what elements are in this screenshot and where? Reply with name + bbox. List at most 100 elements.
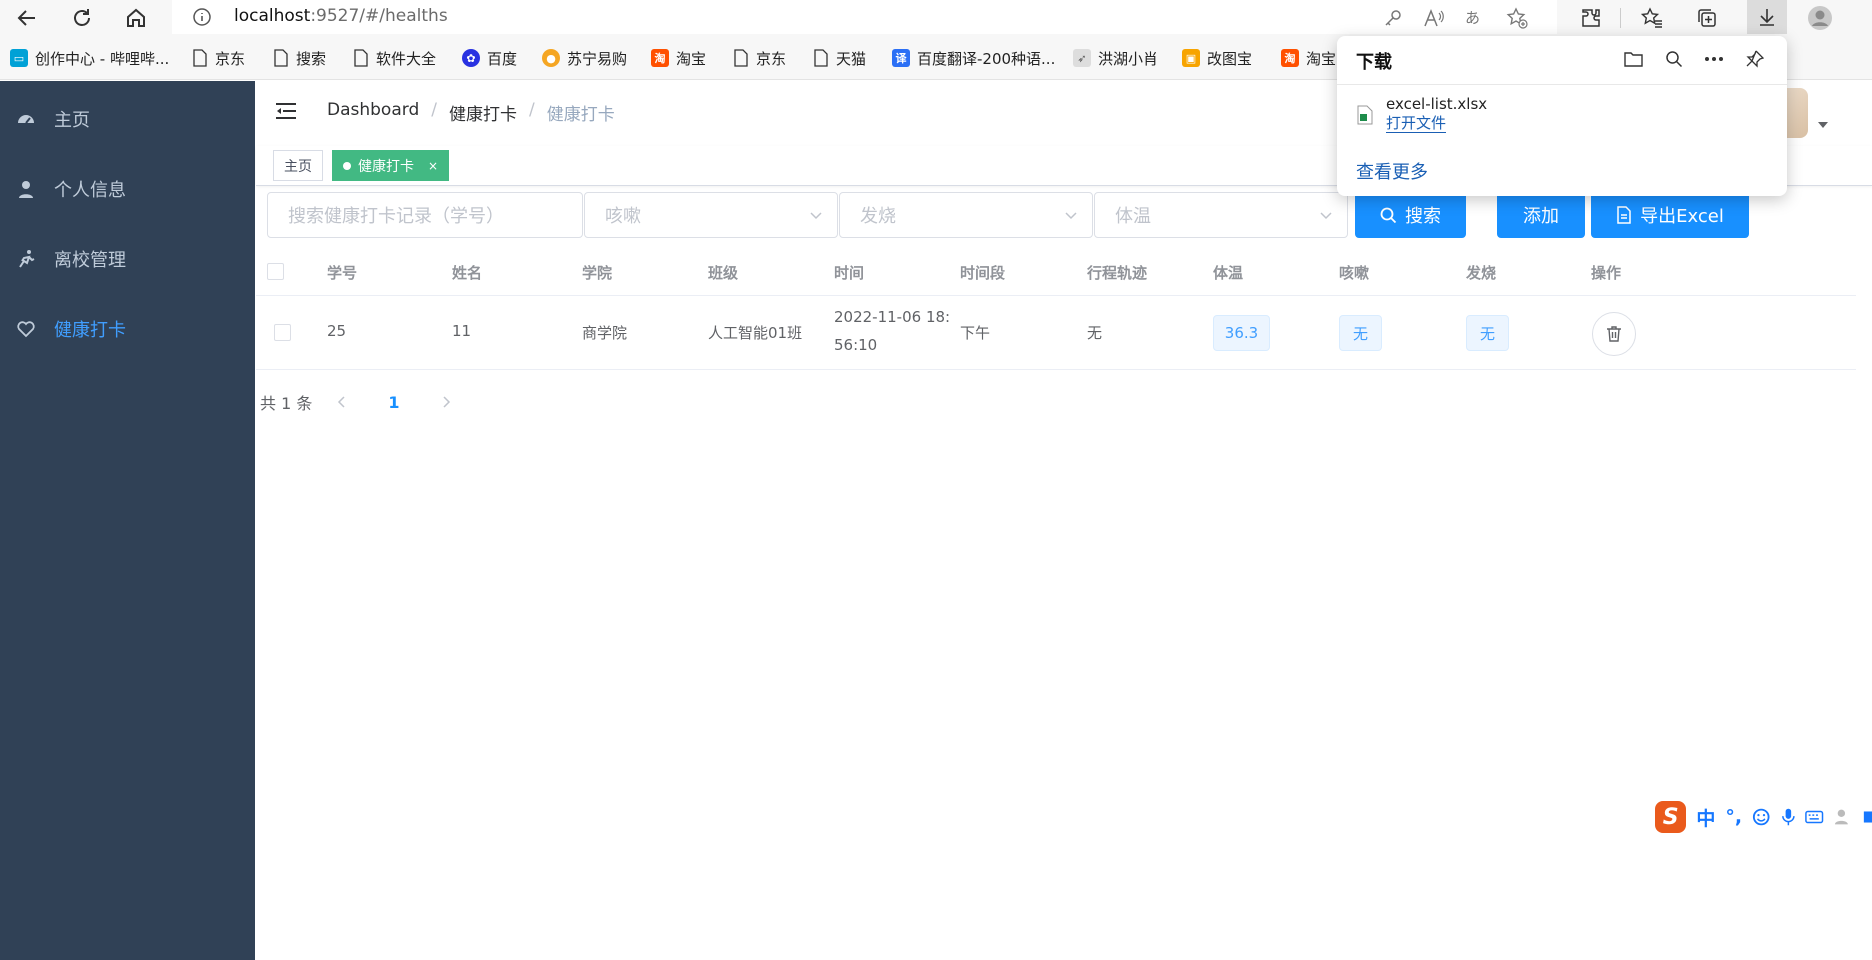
sogou-logo-icon[interactable]: S [1655, 801, 1687, 833]
row-checkbox[interactable] [274, 324, 291, 341]
address-bar[interactable]: localhost:9527/#/healths あ [172, 0, 1557, 34]
search-button[interactable]: 搜索 [1355, 192, 1466, 238]
baidu-icon: ✿ [462, 49, 480, 67]
close-icon[interactable]: × [428, 159, 438, 173]
open-folder-icon[interactable] [1621, 46, 1647, 72]
temperature-select[interactable]: 体温 [1094, 192, 1348, 238]
profile-avatar-icon[interactable] [1805, 3, 1835, 33]
bookmark-label: 创作中心 - 哔哩哔... [35, 49, 170, 68]
trash-icon [1607, 326, 1621, 342]
cell-college: 商学院 [582, 324, 628, 342]
bookmark-taobao-2[interactable]: 淘 淘宝 [1281, 36, 1336, 80]
key-icon[interactable] [1378, 3, 1408, 33]
column-period: 时间段 [960, 264, 1006, 282]
page-icon [193, 49, 207, 67]
bird-icon: ➶ [1073, 49, 1091, 67]
add-favorite-icon[interactable] [1502, 3, 1532, 33]
excel-file-icon [1357, 105, 1373, 125]
dashboard-icon [18, 115, 34, 124]
bookmark-baidu-translate[interactable]: 译 百度翻译-200种语... [892, 36, 1055, 80]
bookmark-suning[interactable]: ● 苏宁易购 [542, 36, 627, 80]
sidebar-item-profile[interactable]: 个人信息 [0, 161, 255, 217]
table-row: 25 11 商学院 人工智能01班 2022-11-06 18: 56:10 下… [256, 296, 1856, 370]
ime-mode[interactable]: 中 [1696, 804, 1715, 831]
sidebar: 主页 个人信息 离校管理 健康打卡 [0, 81, 255, 960]
microphone-icon[interactable] [1781, 807, 1796, 827]
breadcrumb: Dashboard / 健康打卡 / 健康打卡 [327, 100, 615, 125]
read-aloud-icon[interactable] [1419, 3, 1449, 33]
bookmark-jd[interactable]: 京东 [192, 36, 245, 80]
see-more-link[interactable]: 查看更多 [1356, 158, 1428, 184]
bookmark-search[interactable]: 搜索 [273, 36, 326, 80]
bookmark-label: 淘宝 [676, 49, 707, 68]
bookmark-honghu[interactable]: ➶ 洪湖小肖 [1073, 36, 1158, 80]
sidebar-item-health-checkin[interactable]: 健康打卡 [0, 301, 255, 357]
sidebar-item-label: 主页 [54, 110, 90, 131]
page-icon [734, 49, 748, 67]
cell-time-line1: 2022-11-06 18: [834, 308, 951, 326]
bookmark-jd-2[interactable]: 京东 [733, 36, 786, 80]
search-icon[interactable] [1661, 46, 1687, 72]
tag-health-checkin[interactable]: 健康打卡 × [332, 150, 450, 181]
chevron-right-icon[interactable] [440, 395, 452, 409]
bilibili-icon: ▭ [10, 49, 28, 67]
fever-badge: 无 [1466, 315, 1509, 351]
cough-select[interactable]: 咳嗽 [584, 192, 838, 238]
translate-icon[interactable]: あ [1460, 3, 1490, 33]
emoji-icon[interactable] [1752, 807, 1770, 827]
cell-trace: 无 [1087, 324, 1103, 342]
taobao-icon: 淘 [1281, 49, 1299, 67]
select-all-checkbox[interactable] [267, 263, 284, 280]
more-options-icon[interactable] [1701, 46, 1727, 72]
delete-button[interactable] [1592, 312, 1636, 356]
tag-home[interactable]: 主页 [273, 150, 323, 181]
skin-icon[interactable] [1862, 807, 1872, 827]
bookmark-taobao[interactable]: 淘 淘宝 [651, 36, 706, 80]
fever-select[interactable]: 发烧 [839, 192, 1093, 238]
user-settings-icon[interactable] [1834, 807, 1852, 827]
breadcrumb-separator: / [528, 100, 535, 120]
extensions-icon[interactable] [1576, 3, 1606, 33]
breadcrumb-separator: / [431, 100, 437, 120]
downloads-panel: 下载 excel-list.xlsx 打开文件 查看更多 [1337, 36, 1787, 196]
bookmark-label: 淘宝 [1306, 49, 1337, 68]
export-excel-button[interactable]: 导出Excel [1591, 192, 1749, 238]
sidebar-item-leave-school[interactable]: 离校管理 [0, 231, 255, 287]
url-text[interactable]: localhost:9527/#/healths [234, 6, 448, 26]
panel-divider [1337, 84, 1787, 85]
search-button-label: 搜索 [1405, 206, 1441, 227]
document-icon [1617, 206, 1631, 224]
favorites-icon[interactable] [1637, 3, 1667, 33]
bookmark-tmall[interactable]: 天猫 [813, 36, 866, 80]
table-header: 学号 姓名 学院 班级 时间 时间段 行程轨迹 体温 咳嗽 发烧 操作 [256, 248, 1856, 296]
caret-down-icon[interactable] [1818, 122, 1828, 128]
breadcrumb-dashboard[interactable]: Dashboard [327, 100, 419, 125]
hamburger-toggle[interactable] [274, 100, 298, 122]
info-icon[interactable] [192, 7, 212, 27]
downloads-title: 下载 [1356, 52, 1392, 73]
bookmark-label: 改图宝 [1207, 49, 1253, 68]
breadcrumb-health[interactable]: 健康打卡 [449, 100, 517, 125]
bookmark-bilibili[interactable]: ▭ 创作中心 - 哔哩哔... [10, 36, 169, 80]
bookmark-label: 洪湖小肖 [1098, 49, 1159, 68]
add-button[interactable]: 添加 [1497, 192, 1585, 238]
page-number[interactable]: 1 [388, 393, 399, 412]
chevron-left-icon[interactable] [336, 395, 348, 409]
keyboard-icon[interactable] [1805, 809, 1824, 825]
downloads-button[interactable] [1747, 0, 1787, 34]
bookmark-software[interactable]: 软件大全 [353, 36, 436, 80]
search-input[interactable]: 搜索健康打卡记录（学号） [267, 192, 583, 238]
ime-punctuation[interactable]: °, [1725, 806, 1742, 828]
home-button[interactable] [121, 3, 151, 33]
sidebar-item-home[interactable]: 主页 [0, 91, 255, 147]
cough-placeholder: 咳嗽 [605, 206, 641, 227]
back-button[interactable] [12, 3, 42, 33]
collections-icon[interactable] [1692, 3, 1722, 33]
pagination-total: 共 1 条 [260, 394, 313, 413]
bookmark-baidu[interactable]: ✿ 百度 [462, 36, 517, 80]
column-cough: 咳嗽 [1339, 264, 1370, 282]
pin-icon[interactable] [1742, 46, 1768, 72]
open-file-link[interactable]: 打开文件 [1386, 115, 1447, 133]
bookmark-gaitubao[interactable]: ▣ 改图宝 [1182, 36, 1252, 80]
reload-button[interactable] [67, 3, 97, 33]
